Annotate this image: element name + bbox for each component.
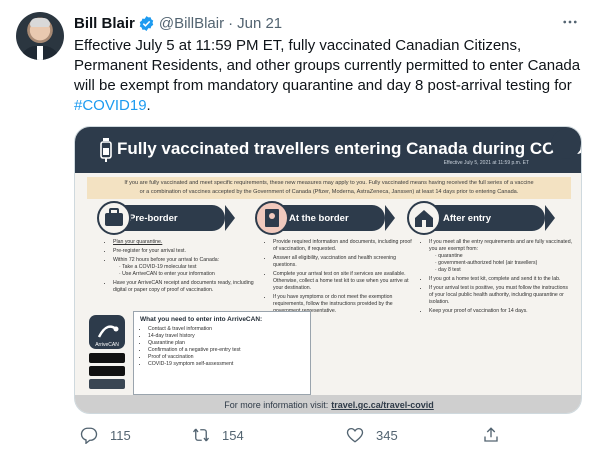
- arrivecan-requirements-box: What you need to enter into ArriveCAN: C…: [133, 311, 311, 395]
- list-item: Within 72 hours before your arrival to C…: [113, 257, 255, 278]
- google-play-badge: [89, 366, 125, 376]
- after-entry-arrow: [545, 205, 555, 231]
- list-item-text: Complete your arrival test on site if se…: [273, 271, 409, 291]
- list-item: 14-day travel history: [148, 333, 304, 340]
- separator-dot: ·: [228, 14, 234, 32]
- retweet-count: 154: [222, 427, 244, 443]
- tweet-text: Effective July 5 at 11:59 PM ET, fully v…: [74, 36, 584, 116]
- share-icon: [484, 427, 498, 442]
- tweet-text-line: Effective July 5 at 11:59 PM ET, fully v…: [74, 37, 522, 54]
- pre-border-label: Pre-border: [129, 212, 178, 224]
- tweet-text-line: Permanent Residents, and other groups cu…: [74, 57, 581, 74]
- list-item: Answer all eligibility, vaccination and …: [273, 255, 415, 269]
- list-item: If your arrival test is positive, you mu…: [429, 285, 573, 306]
- list-item: Confirmation of a negative pre-entry tes…: [148, 347, 304, 354]
- author-handle[interactable]: @BillBlair: [159, 15, 224, 32]
- sub-item: · quarantine: [435, 253, 463, 259]
- infographic-banner: Fully vaccinated travellers entering Can…: [75, 127, 582, 173]
- intro-line: or a combination of vaccines accepted by…: [139, 189, 519, 195]
- list-item: Plan your quarantine.: [113, 239, 255, 246]
- list-item-text: Have your ArriveCAN receipt and document…: [113, 280, 254, 293]
- sub-item-text: day 8 test: [438, 267, 461, 273]
- arrivecan-app-icon: ArriveCAN: [89, 315, 125, 349]
- tweet[interactable]: Bill Blair @BillBlair · Jun 21 Effective…: [0, 0, 596, 452]
- web-badge: [89, 379, 125, 389]
- list-item: Provide required information and documen…: [273, 239, 415, 253]
- hashtag-suffix: .: [146, 97, 151, 114]
- list-item: Proof of vaccination: [148, 354, 304, 361]
- list-item: COVID-19 symptom self-assessment: [148, 361, 304, 368]
- after-entry-label: After entry: [443, 212, 492, 224]
- sub-item-text: government-authorized hotel (air travell…: [438, 260, 538, 266]
- list-item-text: Within 72 hours before your arrival to C…: [113, 257, 220, 263]
- list-item-text: If you got a home test kit, complete and…: [429, 276, 561, 282]
- suitcase-icon: [97, 201, 131, 235]
- list-item: Complete your arrival test on site if se…: [273, 271, 415, 292]
- tweet-text-line-last: #COVID19.: [74, 96, 584, 116]
- infographic-effective-date: Effective July 5, 2021 at 11:59 p.m. ET: [443, 160, 529, 166]
- list-item: Pre-register for your arrival test.: [113, 248, 255, 255]
- list-item-text: Keep your proof of vaccination for 14 da…: [429, 308, 528, 314]
- retweet-button[interactable]: 154: [192, 424, 244, 446]
- after-entry-list: If you meet all the entry requirements a…: [421, 239, 573, 317]
- tweet-date[interactable]: Jun 21: [237, 15, 282, 32]
- tweet-image[interactable]: Fully vaccinated travellers entering Can…: [74, 126, 582, 414]
- sub-item: · Take a COVID-19 molecular test: [119, 264, 197, 270]
- list-item-text[interactable]: Plan your quarantine.: [113, 239, 162, 245]
- list-item-text: Provide required information and documen…: [273, 239, 412, 252]
- list-item-text: If you meet all the entry requirements a…: [429, 239, 573, 252]
- avatar-shirt: [37, 46, 43, 60]
- image-corner-badge: [551, 129, 581, 159]
- list-item-text: Pre-register for your arrival test.: [113, 248, 186, 254]
- verified-badge-icon: [138, 15, 155, 32]
- list-item: If you got a home test kit, complete and…: [429, 276, 573, 283]
- sub-item: · day 8 test: [435, 267, 461, 273]
- reply-count: 115: [110, 427, 131, 443]
- at-border-list: Provide required information and documen…: [265, 239, 415, 317]
- sub-item-text: quarantine: [438, 253, 463, 259]
- reply-icon: [80, 427, 98, 444]
- sub-item-text: Use ArriveCAN to enter your information: [122, 271, 215, 277]
- list-item: If you meet all the entry requirements a…: [429, 239, 573, 274]
- hashtag-link[interactable]: #COVID19: [74, 97, 147, 114]
- intro-line: If you are fully vaccinated and meet spe…: [124, 180, 534, 186]
- at-border-arrow: [385, 205, 395, 231]
- list-item-text: Answer all eligibility, vaccination and …: [273, 255, 397, 268]
- heart-icon: [346, 427, 364, 443]
- at-border-label: At the border: [289, 212, 349, 224]
- infographic-intro: If you are fully vaccinated and meet spe…: [87, 177, 571, 199]
- footer-text: For more information visit:: [224, 400, 329, 410]
- more-options-icon[interactable]: [558, 10, 582, 34]
- like-button[interactable]: 345: [346, 424, 398, 446]
- sub-item: · Use ArriveCAN to enter your informatio…: [119, 271, 215, 277]
- avatar-hair: [30, 18, 50, 27]
- reply-button[interactable]: 115: [80, 424, 131, 446]
- tweet-header: Bill Blair @BillBlair · Jun 21: [74, 13, 282, 33]
- infographic-title: Fully vaccinated travellers entering Can…: [117, 139, 582, 158]
- pre-border-arrow: [225, 205, 235, 231]
- share-button[interactable]: [482, 424, 500, 446]
- requirements-title: What you need to enter into ArriveCAN:: [140, 316, 263, 323]
- pre-border-list: Plan your quarantine. Pre-register for y…: [105, 239, 255, 296]
- sub-item: · government-authorized hotel (air trave…: [435, 260, 538, 266]
- list-item: Have your ArriveCAN receipt and document…: [113, 280, 255, 294]
- app-store-badge: [89, 353, 125, 363]
- tweet-actions: 115 154 345: [74, 424, 498, 446]
- list-item: Keep your proof of vaccination for 14 da…: [429, 308, 573, 315]
- arrivecan-app-name: ArriveCAN: [95, 342, 119, 348]
- tweet-text-line: will be exempt from mandatory quarantine…: [74, 77, 572, 94]
- footer-link: travel.gc.ca/travel-covid: [331, 400, 434, 410]
- passport-icon: [255, 201, 289, 235]
- vaccine-icon: [100, 138, 112, 162]
- infographic-footer: For more information visit: travel.gc.ca…: [75, 395, 581, 413]
- list-item: Contact & travel information: [148, 326, 304, 333]
- author-name[interactable]: Bill Blair: [74, 15, 135, 32]
- home-icon: [407, 201, 441, 235]
- list-item-text: If your arrival test is positive, you mu…: [429, 285, 568, 305]
- sub-item-text: Take a COVID-19 molecular test: [122, 264, 197, 270]
- retweet-icon: [192, 428, 210, 442]
- list-item: Quarantine plan: [148, 340, 304, 347]
- avatar[interactable]: [16, 12, 64, 60]
- like-count: 345: [376, 427, 398, 443]
